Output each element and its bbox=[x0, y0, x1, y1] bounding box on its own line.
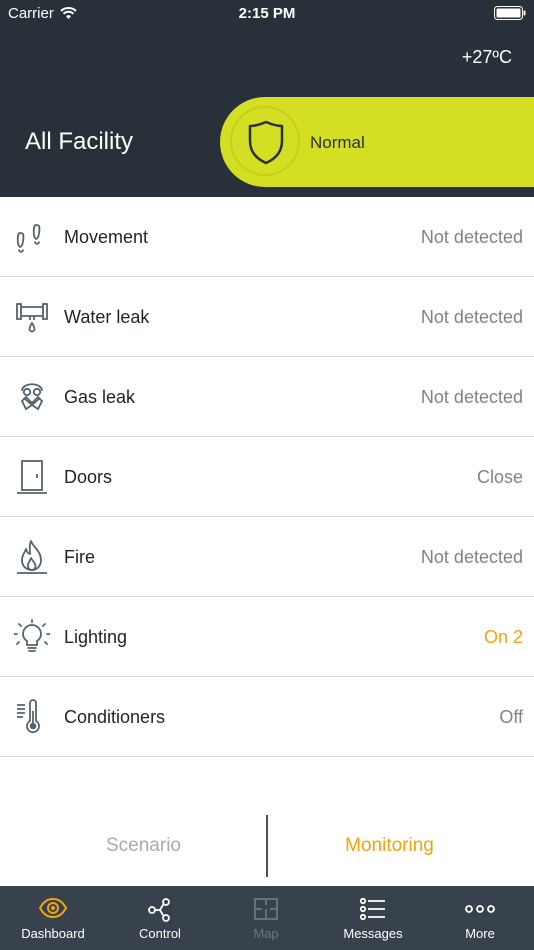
sensor-label: Movement bbox=[64, 227, 149, 247]
temperature-readout: +27ºC bbox=[461, 47, 512, 67]
tab-map: Map bbox=[213, 886, 319, 950]
sensor-label: Doors bbox=[64, 467, 113, 487]
tab-more[interactable]: More bbox=[427, 886, 533, 950]
tab-dashboard[interactable]: Dashboard bbox=[0, 886, 106, 950]
sensor-row-movement[interactable]: Movement Not detected bbox=[0, 197, 534, 277]
sensor-label: Water leak bbox=[64, 307, 150, 327]
sensor-value: Not detected bbox=[420, 387, 523, 407]
tab-label: Messages bbox=[343, 926, 403, 941]
header: Carrier 2:15 PM +27ºC All Facility Norma… bbox=[0, 0, 534, 197]
flame-icon bbox=[17, 540, 47, 574]
sensor-label: Lighting bbox=[64, 627, 128, 647]
pipe-drop-icon bbox=[16, 303, 48, 333]
dots-icon bbox=[465, 905, 495, 913]
footsteps-icon bbox=[16, 224, 41, 253]
sensor-label: Gas leak bbox=[64, 387, 136, 407]
sensor-value: Off bbox=[499, 707, 523, 727]
battery-icon bbox=[494, 6, 526, 20]
sensor-row-gas-leak[interactable]: Gas leak Not detected bbox=[0, 357, 534, 437]
tab-label: Map bbox=[253, 926, 279, 941]
list-icon bbox=[359, 897, 385, 921]
sensor-row-lighting[interactable]: Lighting On 2 bbox=[0, 597, 534, 677]
view-segmented-control: Scenario Monitoring bbox=[0, 815, 534, 877]
security-status-label: Normal bbox=[310, 133, 365, 152]
security-status-pill[interactable]: Normal bbox=[220, 97, 534, 187]
door-icon bbox=[17, 460, 47, 494]
tab-bar: Dashboard Control Map Messages More bbox=[0, 886, 534, 950]
shield-icon bbox=[248, 120, 284, 165]
sensor-list: Movement Not detected Water leak Not det… bbox=[0, 197, 534, 757]
sensor-row-doors[interactable]: Doors Close bbox=[0, 437, 534, 517]
sensor-row-fire[interactable]: Fire Not detected bbox=[0, 517, 534, 597]
shield-badge bbox=[230, 106, 300, 176]
tab-messages[interactable]: Messages bbox=[320, 886, 426, 950]
tab-control[interactable]: Control bbox=[107, 886, 213, 950]
segment-scenario[interactable]: Scenario bbox=[10, 835, 277, 857]
tab-label: More bbox=[465, 926, 495, 941]
thermometer-icon bbox=[17, 699, 40, 734]
share-nodes-icon bbox=[148, 898, 170, 922]
gas-mask-icon bbox=[20, 383, 44, 411]
status-bar: Carrier 2:15 PM bbox=[0, 0, 534, 28]
sensor-row-water-leak[interactable]: Water leak Not detected bbox=[0, 277, 534, 357]
sensor-value: Close bbox=[476, 467, 523, 487]
eye-icon bbox=[38, 897, 68, 919]
sensor-value: On 2 bbox=[483, 627, 523, 647]
sensor-value: Not detected bbox=[420, 307, 523, 327]
tab-label: Control bbox=[139, 926, 181, 941]
facility-title[interactable]: All Facility bbox=[25, 128, 133, 156]
tab-label: Dashboard bbox=[21, 926, 85, 941]
sensor-value: Not detected bbox=[420, 547, 523, 567]
bulb-icon bbox=[14, 619, 50, 652]
sensor-label: Fire bbox=[64, 547, 95, 567]
sensor-row-conditioners[interactable]: Conditioners Off bbox=[0, 677, 534, 757]
sensor-label: Conditioners bbox=[64, 707, 166, 727]
segment-monitoring[interactable]: Monitoring bbox=[256, 835, 523, 857]
floor-plan-icon bbox=[254, 898, 278, 920]
clock: 2:15 PM bbox=[238, 5, 296, 22]
sensor-value: Not detected bbox=[420, 227, 523, 247]
